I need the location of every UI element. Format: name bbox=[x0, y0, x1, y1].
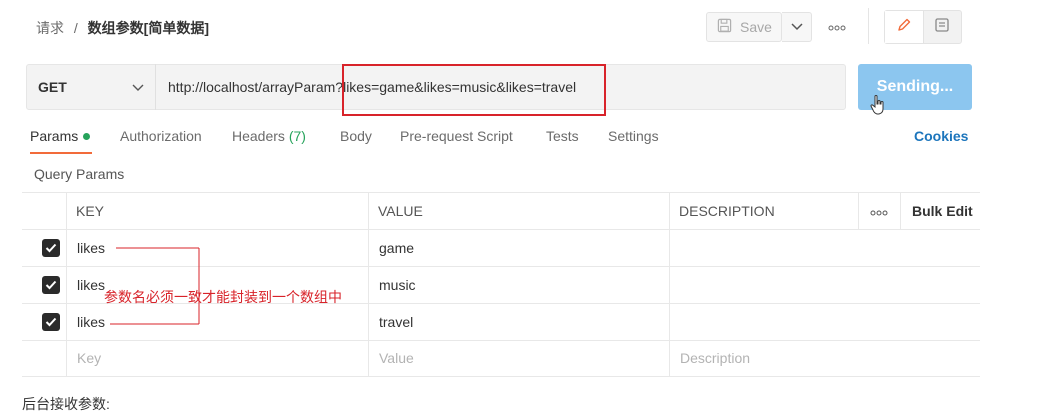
table-column-divider bbox=[66, 192, 67, 376]
row-checkbox[interactable] bbox=[42, 313, 60, 331]
row-checkbox[interactable] bbox=[42, 276, 60, 294]
save-icon bbox=[717, 18, 732, 36]
cookies-link[interactable]: Cookies bbox=[914, 128, 968, 144]
new-description-input[interactable]: Description bbox=[680, 350, 750, 366]
table-column-divider bbox=[368, 192, 369, 376]
table-divider bbox=[22, 229, 980, 230]
param-key[interactable]: likes bbox=[77, 240, 105, 256]
save-button[interactable]: Save bbox=[706, 12, 782, 42]
breadcrumb: 请求 / 数组参数[简单数据] bbox=[36, 18, 209, 38]
highlight-box bbox=[342, 64, 606, 116]
breadcrumb-parent[interactable]: 请求 bbox=[36, 20, 64, 36]
tab-tests[interactable]: Tests bbox=[546, 128, 579, 144]
tab-settings[interactable]: Settings bbox=[608, 128, 659, 144]
column-header-key: KEY bbox=[76, 203, 105, 219]
view-mode-toggle bbox=[884, 10, 962, 44]
tab-pre-request-script[interactable]: Pre-request Script bbox=[400, 128, 513, 144]
checkmark-icon bbox=[45, 317, 57, 327]
hand-cursor-icon bbox=[870, 94, 886, 121]
more-horizontal-icon bbox=[828, 18, 846, 36]
table-divider bbox=[22, 340, 980, 341]
status-dot bbox=[83, 133, 91, 140]
more-horizontal-icon bbox=[870, 203, 888, 219]
table-divider bbox=[22, 192, 980, 193]
param-value[interactable]: game bbox=[379, 240, 414, 256]
save-label: Save bbox=[740, 19, 772, 35]
param-key[interactable]: likes bbox=[77, 277, 105, 293]
edit-mode-button[interactable] bbox=[885, 11, 924, 43]
param-key[interactable]: likes bbox=[77, 314, 105, 330]
column-options-button[interactable] bbox=[870, 203, 888, 219]
row-checkbox[interactable] bbox=[42, 239, 60, 257]
tab-headers-label: Headers bbox=[232, 128, 285, 144]
tab-headers-count: (7) bbox=[288, 128, 306, 144]
annotation-text: 参数名必须一致才能封装到一个数组中 bbox=[104, 290, 342, 306]
table-divider bbox=[22, 376, 980, 377]
footer-text: 后台接收参数: bbox=[22, 396, 110, 412]
chevron-down-icon bbox=[790, 18, 803, 36]
method-select[interactable]: GET bbox=[26, 64, 156, 110]
table-column-divider bbox=[858, 192, 859, 229]
column-header-description: DESCRIPTION bbox=[679, 203, 775, 219]
method-label: GET bbox=[38, 79, 67, 95]
checkmark-icon bbox=[45, 280, 57, 290]
more-options-button[interactable] bbox=[826, 20, 848, 34]
table-column-divider bbox=[669, 192, 670, 376]
pencil-icon bbox=[896, 17, 912, 38]
column-header-value: VALUE bbox=[378, 203, 423, 219]
tab-body[interactable]: Body bbox=[340, 128, 372, 144]
save-options-button[interactable] bbox=[782, 12, 812, 42]
param-value[interactable]: music bbox=[379, 277, 416, 293]
chevron-down-icon bbox=[132, 78, 144, 99]
table-column-divider bbox=[900, 192, 901, 229]
toolbar-divider bbox=[868, 8, 869, 44]
tab-authorization[interactable]: Authorization bbox=[120, 128, 202, 144]
breadcrumb-separator: / bbox=[73, 20, 78, 36]
breadcrumb-current: 数组参数[简单数据] bbox=[87, 20, 209, 36]
tab-params-label: Params bbox=[30, 128, 79, 144]
checkmark-icon bbox=[45, 243, 57, 253]
bulk-edit-button[interactable]: Bulk Edit bbox=[912, 203, 973, 219]
active-tab-indicator bbox=[30, 152, 92, 154]
param-value[interactable]: travel bbox=[379, 314, 413, 330]
new-value-input[interactable]: Value bbox=[379, 350, 414, 366]
document-icon bbox=[934, 17, 950, 38]
section-title: Query Params bbox=[34, 166, 125, 182]
tab-params[interactable]: Params bbox=[30, 128, 91, 144]
tab-headers[interactable]: Headers (7) bbox=[232, 128, 306, 144]
documentation-mode-button[interactable] bbox=[924, 11, 962, 43]
new-key-input[interactable]: Key bbox=[77, 350, 101, 366]
